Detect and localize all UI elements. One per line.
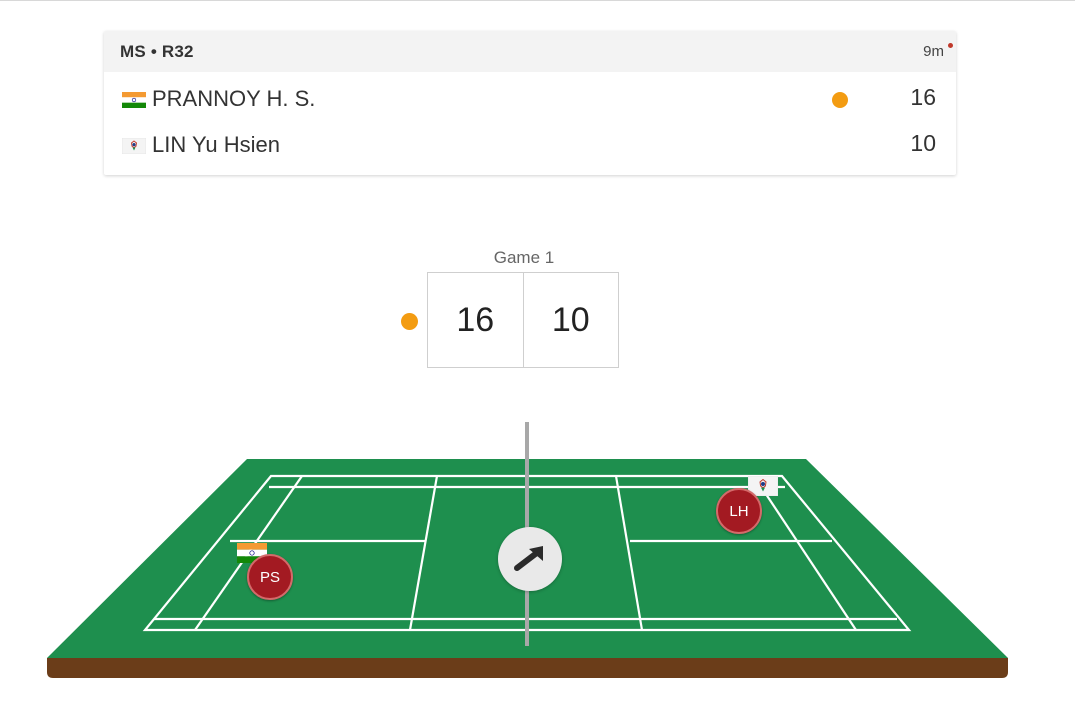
shuttle-direction-button[interactable] [498, 527, 562, 591]
court-base [47, 658, 1008, 678]
player-initials: PS [259, 568, 280, 586]
player-marker-right[interactable]: LH [716, 488, 762, 534]
player-marker-left[interactable]: PS [247, 554, 293, 600]
badminton-court [47, 422, 1008, 678]
player-initials: LH [729, 502, 749, 520]
arrow-up-right-icon [508, 535, 552, 584]
